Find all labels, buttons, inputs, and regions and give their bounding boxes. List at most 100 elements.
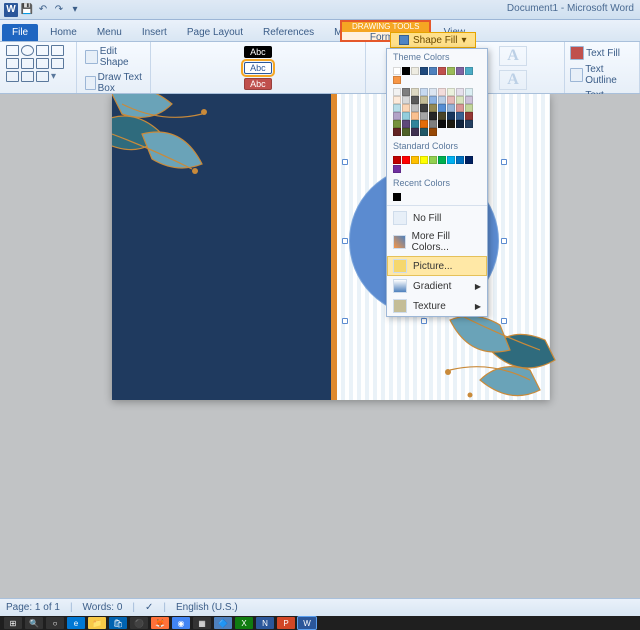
wordart-swatch[interactable]: A: [499, 70, 527, 90]
shapes-more-icon[interactable]: ▾: [51, 71, 56, 82]
color-swatch[interactable]: [465, 67, 473, 75]
color-swatch[interactable]: [402, 104, 410, 112]
taskbar-app[interactable]: 📁: [88, 617, 106, 629]
redo-icon[interactable]: ↷: [52, 3, 66, 17]
shape-gallery-icon[interactable]: [21, 58, 34, 69]
color-swatch[interactable]: [429, 104, 437, 112]
color-swatch[interactable]: [402, 96, 410, 104]
color-swatch[interactable]: [420, 120, 428, 128]
color-swatch[interactable]: [411, 88, 419, 96]
status-page[interactable]: Page: 1 of 1: [6, 602, 60, 613]
color-swatch[interactable]: [411, 156, 419, 164]
save-icon[interactable]: 💾: [20, 3, 34, 17]
status-proofing-icon[interactable]: ✓: [145, 602, 153, 613]
resize-handle[interactable]: [342, 159, 348, 165]
color-swatch[interactable]: [456, 104, 464, 112]
shape-gallery-icon[interactable]: [21, 71, 34, 82]
taskbar-app[interactable]: 🦊: [151, 617, 169, 629]
text-fill-button[interactable]: Text Fill: [568, 45, 636, 61]
color-swatch[interactable]: [393, 193, 401, 201]
color-swatch[interactable]: [393, 112, 401, 120]
tab-insert[interactable]: Insert: [132, 24, 177, 41]
color-swatch[interactable]: [465, 104, 473, 112]
style-swatch[interactable]: Abc: [244, 46, 272, 58]
taskbar-app[interactable]: 🔷: [214, 617, 232, 629]
color-swatch[interactable]: [393, 104, 401, 112]
edit-shape-button[interactable]: Edit Shape: [83, 45, 144, 69]
shape-gallery-icon[interactable]: [21, 45, 34, 56]
dd-gradient[interactable]: Gradient▶: [387, 276, 487, 296]
color-swatch[interactable]: [438, 156, 446, 164]
qat-more-icon[interactable]: ▾: [68, 3, 82, 17]
dd-no-fill[interactable]: No Fill: [387, 208, 487, 228]
color-swatch[interactable]: [447, 120, 455, 128]
color-swatch[interactable]: [438, 88, 446, 96]
style-swatch[interactable]: Abc: [244, 78, 272, 90]
color-swatch[interactable]: [420, 96, 428, 104]
status-language[interactable]: English (U.S.): [176, 602, 238, 613]
color-swatch[interactable]: [429, 67, 437, 75]
tab-page-layout[interactable]: Page Layout: [177, 24, 253, 41]
taskbar-app[interactable]: ⚫: [130, 617, 148, 629]
color-swatch[interactable]: [438, 96, 446, 104]
color-swatch[interactable]: [438, 112, 446, 120]
color-swatch[interactable]: [429, 112, 437, 120]
color-swatch[interactable]: [456, 67, 464, 75]
color-swatch[interactable]: [411, 104, 419, 112]
color-swatch[interactable]: [420, 67, 428, 75]
color-swatch[interactable]: [429, 120, 437, 128]
taskbar-search-icon[interactable]: 🔍: [25, 617, 43, 629]
taskbar-app[interactable]: ▦: [193, 617, 211, 629]
color-swatch[interactable]: [465, 156, 473, 164]
color-swatch[interactable]: [429, 88, 437, 96]
color-swatch[interactable]: [465, 88, 473, 96]
tab-menu[interactable]: Menu: [87, 24, 132, 41]
shape-gallery-icon[interactable]: [36, 45, 49, 56]
shape-gallery-icon[interactable]: [6, 45, 19, 56]
shape-gallery-icon[interactable]: [6, 58, 19, 69]
tab-references[interactable]: References: [253, 24, 324, 41]
color-swatch[interactable]: [402, 120, 410, 128]
color-swatch[interactable]: [429, 156, 437, 164]
color-swatch[interactable]: [465, 112, 473, 120]
color-swatch[interactable]: [447, 67, 455, 75]
status-words[interactable]: Words: 0: [83, 602, 123, 613]
color-swatch[interactable]: [456, 96, 464, 104]
color-swatch[interactable]: [402, 88, 410, 96]
color-swatch[interactable]: [402, 67, 410, 75]
taskbar-app[interactable]: ◉: [172, 617, 190, 629]
color-swatch[interactable]: [420, 156, 428, 164]
color-swatch[interactable]: [465, 96, 473, 104]
color-swatch[interactable]: [456, 120, 464, 128]
color-swatch[interactable]: [438, 120, 446, 128]
shape-gallery-icon[interactable]: [36, 58, 49, 69]
start-button[interactable]: ⊞: [4, 617, 22, 629]
dd-texture[interactable]: Texture▶: [387, 296, 487, 316]
draw-textbox-button[interactable]: Draw Text Box: [83, 71, 144, 95]
resize-handle[interactable]: [501, 238, 507, 244]
color-swatch[interactable]: [447, 88, 455, 96]
color-swatch[interactable]: [393, 165, 401, 173]
color-swatch[interactable]: [429, 96, 437, 104]
undo-icon[interactable]: ↶: [36, 3, 50, 17]
color-swatch[interactable]: [393, 128, 401, 136]
color-swatch[interactable]: [402, 128, 410, 136]
tab-home[interactable]: Home: [40, 24, 87, 41]
color-swatch[interactable]: [447, 112, 455, 120]
taskbar-app[interactable]: e: [67, 617, 85, 629]
color-swatch[interactable]: [411, 128, 419, 136]
shape-gallery-icon[interactable]: [51, 45, 64, 56]
color-swatch[interactable]: [411, 96, 419, 104]
wordart-swatch[interactable]: A: [499, 46, 527, 66]
color-swatch[interactable]: [438, 67, 446, 75]
taskbar-app[interactable]: P: [277, 617, 295, 629]
color-swatch[interactable]: [402, 156, 410, 164]
color-swatch[interactable]: [393, 96, 401, 104]
dd-more-colors[interactable]: More Fill Colors...: [387, 228, 487, 256]
color-swatch[interactable]: [411, 120, 419, 128]
color-swatch[interactable]: [393, 76, 401, 84]
color-swatch[interactable]: [420, 112, 428, 120]
taskbar-app[interactable]: X: [235, 617, 253, 629]
color-swatch[interactable]: [420, 88, 428, 96]
color-swatch[interactable]: [420, 104, 428, 112]
